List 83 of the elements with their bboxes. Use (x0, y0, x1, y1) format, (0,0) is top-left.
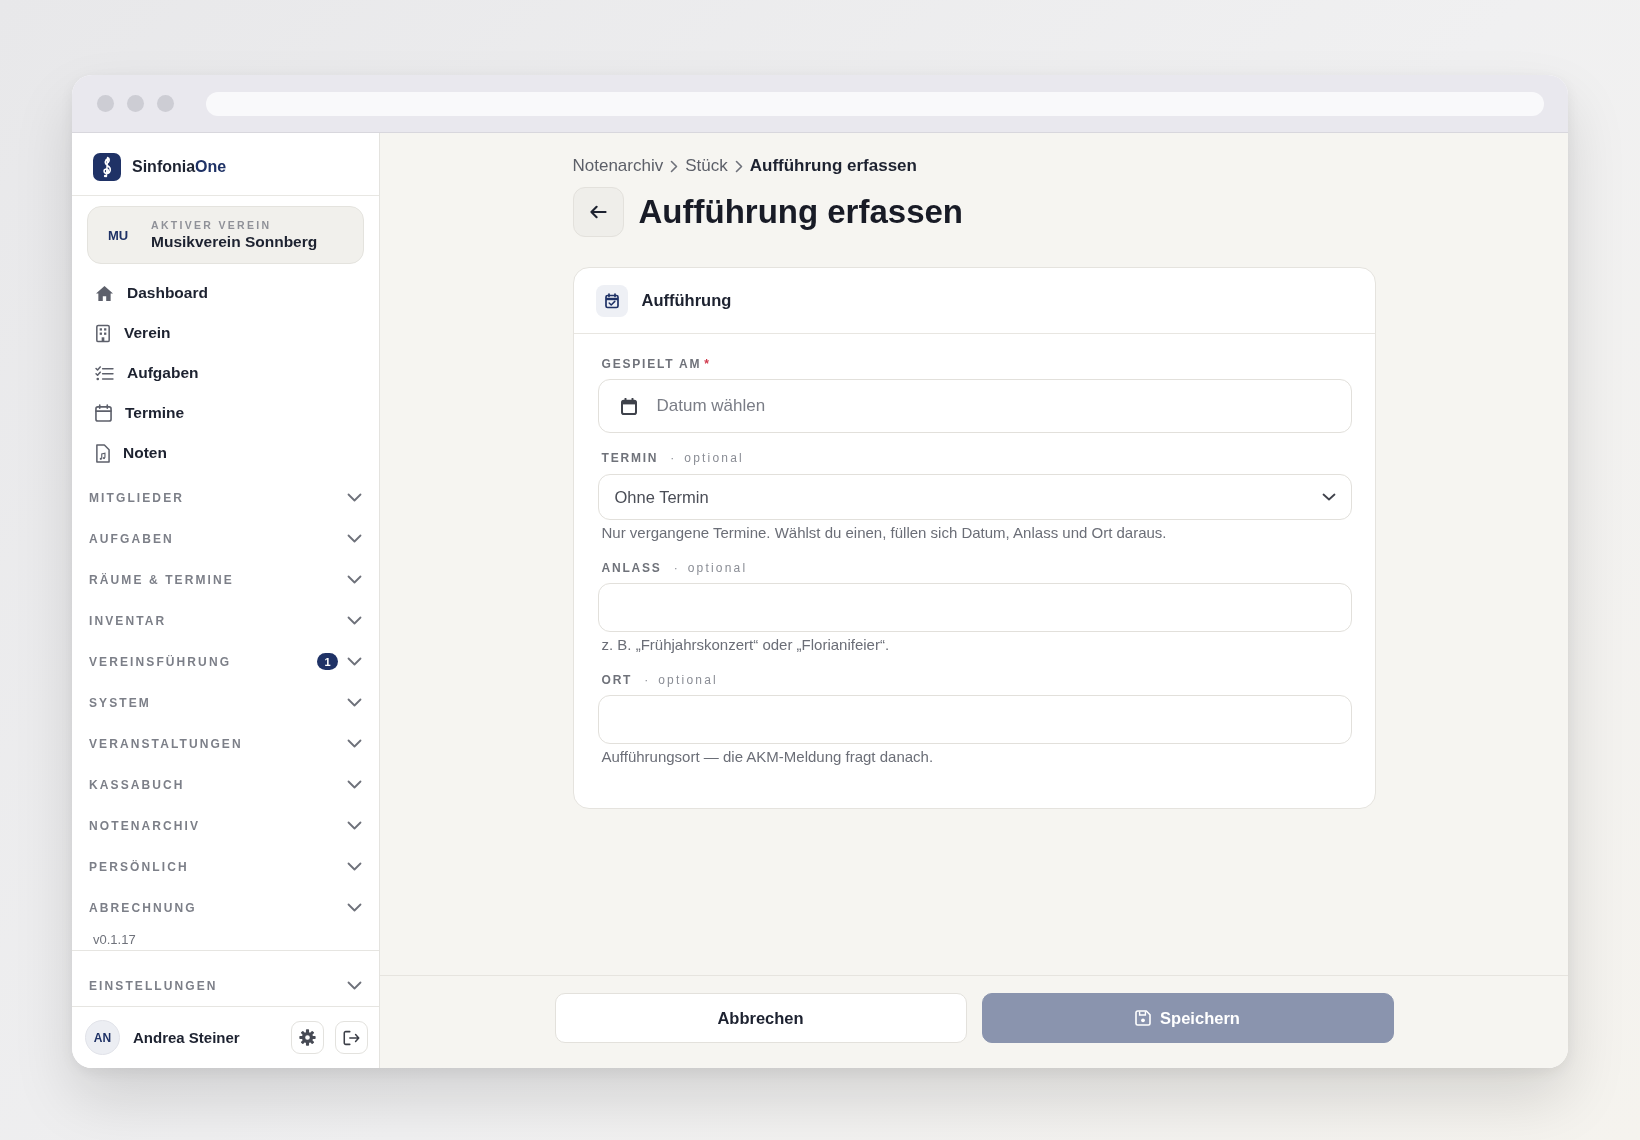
cancel-button[interactable]: Abbrechen (554, 993, 967, 1043)
chevron-down-icon[interactable] (347, 575, 362, 584)
section-label[interactable]: MITGLIEDER (89, 490, 184, 505)
field-label: TERMIN (601, 450, 659, 466)
optional-note: optional (684, 450, 744, 466)
chevron-down-icon[interactable] (347, 698, 362, 707)
file-icon (95, 443, 110, 463)
brand-name: SinfoniaOne (132, 157, 227, 176)
chevron-down-icon[interactable] (347, 493, 362, 502)
window-dot-icon[interactable] (127, 95, 144, 112)
save-icon (1135, 1010, 1152, 1026)
arrow-left-icon (589, 205, 607, 219)
optional-note: optional (687, 560, 748, 576)
settings-button[interactable] (291, 1021, 324, 1054)
chevron-down-icon[interactable] (347, 534, 362, 543)
card-title: Aufführung (641, 291, 732, 310)
section-label[interactable]: NOTENARCHIV (89, 818, 201, 833)
club-name: Musikverein Sonnberg (151, 232, 318, 251)
chevron-down-icon[interactable] (347, 862, 362, 871)
user-name: Andrea Steiner (133, 1029, 240, 1046)
optional-note: optional (658, 672, 718, 688)
logo-icon (93, 152, 121, 181)
chevron-down-icon[interactable] (347, 657, 362, 666)
calendar-icon (620, 397, 637, 415)
chevron-down-icon[interactable] (347, 821, 362, 830)
section-label[interactable]: ABRECHNUNG (89, 900, 197, 915)
date-field[interactable]: Datum wählen (597, 379, 1352, 433)
label-separator: · (644, 672, 649, 688)
count-badge: 1 (317, 653, 338, 670)
section-label[interactable]: EINSTELLUNGEN (89, 978, 218, 993)
field-hint: Aufführungsort — die AKM-Meldung fragt danach. (600, 747, 935, 767)
field-hint: Nur vergangene Termine. Wählst du einen, füllen sich Datum, Anlass und Ort daraus. (600, 523, 1168, 543)
chevron-down-icon[interactable] (347, 739, 362, 748)
chevron-right-icon (734, 159, 743, 173)
section-label[interactable]: RÄUME & TERMINE (89, 572, 234, 587)
page-title: Aufführung erfassen (638, 192, 964, 232)
chevron-down-icon[interactable] (347, 981, 362, 990)
breadcrumb-item[interactable]: Notenarchiv (572, 156, 664, 176)
nav-item[interactable]: Verein (87, 313, 181, 353)
label-separator: · (673, 560, 678, 576)
select-field[interactable]: Ohne Termin (597, 474, 1352, 520)
window-dot-icon[interactable] (157, 95, 174, 112)
section-label[interactable]: KASSABUCH (89, 777, 185, 792)
calendar-icon (95, 404, 112, 422)
section-label[interactable]: PERSÖNLICH (89, 859, 189, 874)
nav-item[interactable]: Dashboard (87, 273, 218, 313)
club-initials: MU (107, 227, 130, 243)
text-field[interactable] (597, 583, 1352, 632)
section-label[interactable]: SYSTEM (89, 695, 151, 710)
section-label[interactable]: INVENTAR (89, 613, 167, 628)
nav-item[interactable]: Noten (87, 433, 177, 473)
club-caption: AKTIVER VEREIN (151, 219, 272, 232)
club-switcher[interactable]: MU AKTIVER VEREIN Musikverein Sonnberg (87, 206, 364, 264)
back-button[interactable] (572, 187, 624, 237)
nav-item[interactable]: Termine (87, 393, 195, 433)
window-dot-icon[interactable] (97, 95, 114, 112)
chevron-down-icon[interactable] (347, 780, 362, 789)
section-label[interactable]: AUFGABEN (89, 531, 174, 546)
nav-item[interactable]: Aufgaben (87, 353, 209, 393)
field-label: GESPIELT AM (601, 356, 702, 372)
field-hint: z. B. „Frühjahrskonzert“ oder „Florianifeier“. (600, 635, 891, 655)
logout-icon (343, 1029, 360, 1046)
field-label: ORT (601, 672, 633, 688)
building-icon (95, 323, 111, 343)
breadcrumb-item[interactable]: Stück (685, 156, 728, 176)
field-label: ANLASS (601, 560, 662, 576)
required-mark: * (704, 356, 709, 372)
chevron-down-icon[interactable] (347, 903, 362, 912)
breadcrumb-item: Aufführung erfassen (749, 156, 917, 176)
logout-button[interactable] (335, 1021, 368, 1054)
section-label[interactable]: VERANSTALTUNGEN (89, 736, 243, 751)
chevron-right-icon (670, 159, 679, 173)
text-field[interactable] (597, 695, 1352, 744)
chevron-down-icon[interactable] (347, 616, 362, 625)
checklist-icon (95, 365, 114, 381)
version-label: v0.1.17 (93, 931, 136, 949)
section-label[interactable]: VEREINSFÜHRUNG (89, 654, 232, 669)
user-avatar: AN (85, 1020, 120, 1055)
home-icon (95, 284, 114, 302)
settings-icon (299, 1029, 316, 1046)
label-separator: · (670, 450, 675, 466)
calendar-check-icon (595, 284, 628, 317)
chevron-down-icon (1321, 493, 1336, 501)
